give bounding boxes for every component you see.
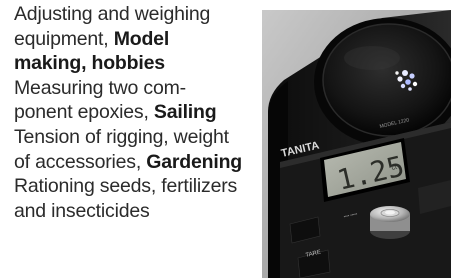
text-line-5: ponent epoxies, Sailing bbox=[14, 101, 217, 124]
text-line-8: Rationing seeds, fertilizers bbox=[14, 175, 238, 198]
category-sailing: Sailing bbox=[153, 101, 217, 124]
category-hobbies: making, hobbies bbox=[14, 52, 165, 75]
text-line-4: Measuring two com- bbox=[14, 76, 186, 99]
scale-photo: TANITA MODEL 1220 1.25 ct TARE ▪▪▪▪ ▪▪▪▪… bbox=[262, 10, 451, 278]
text-line-7: of accessories, Gardening bbox=[14, 150, 242, 173]
category-model-making: Model bbox=[113, 27, 170, 50]
pocket-scale-image: TANITA MODEL 1220 1.25 ct TARE ▪▪▪▪ ▪▪▪▪… bbox=[262, 10, 451, 278]
text-line-1: Adjusting and weighing bbox=[14, 3, 211, 25]
text-line-9: and insecticides bbox=[14, 199, 150, 222]
text-line-6: Tension of rigging, weight bbox=[14, 125, 229, 148]
description-text: Adjusting and weighing equipment, Model … bbox=[14, 2, 254, 223]
text-line-3: making, hobbies bbox=[14, 51, 254, 76]
text-line-2: equipment, Model bbox=[14, 27, 170, 50]
category-gardening: Gardening bbox=[146, 150, 242, 173]
calibration-weight bbox=[370, 206, 410, 239]
